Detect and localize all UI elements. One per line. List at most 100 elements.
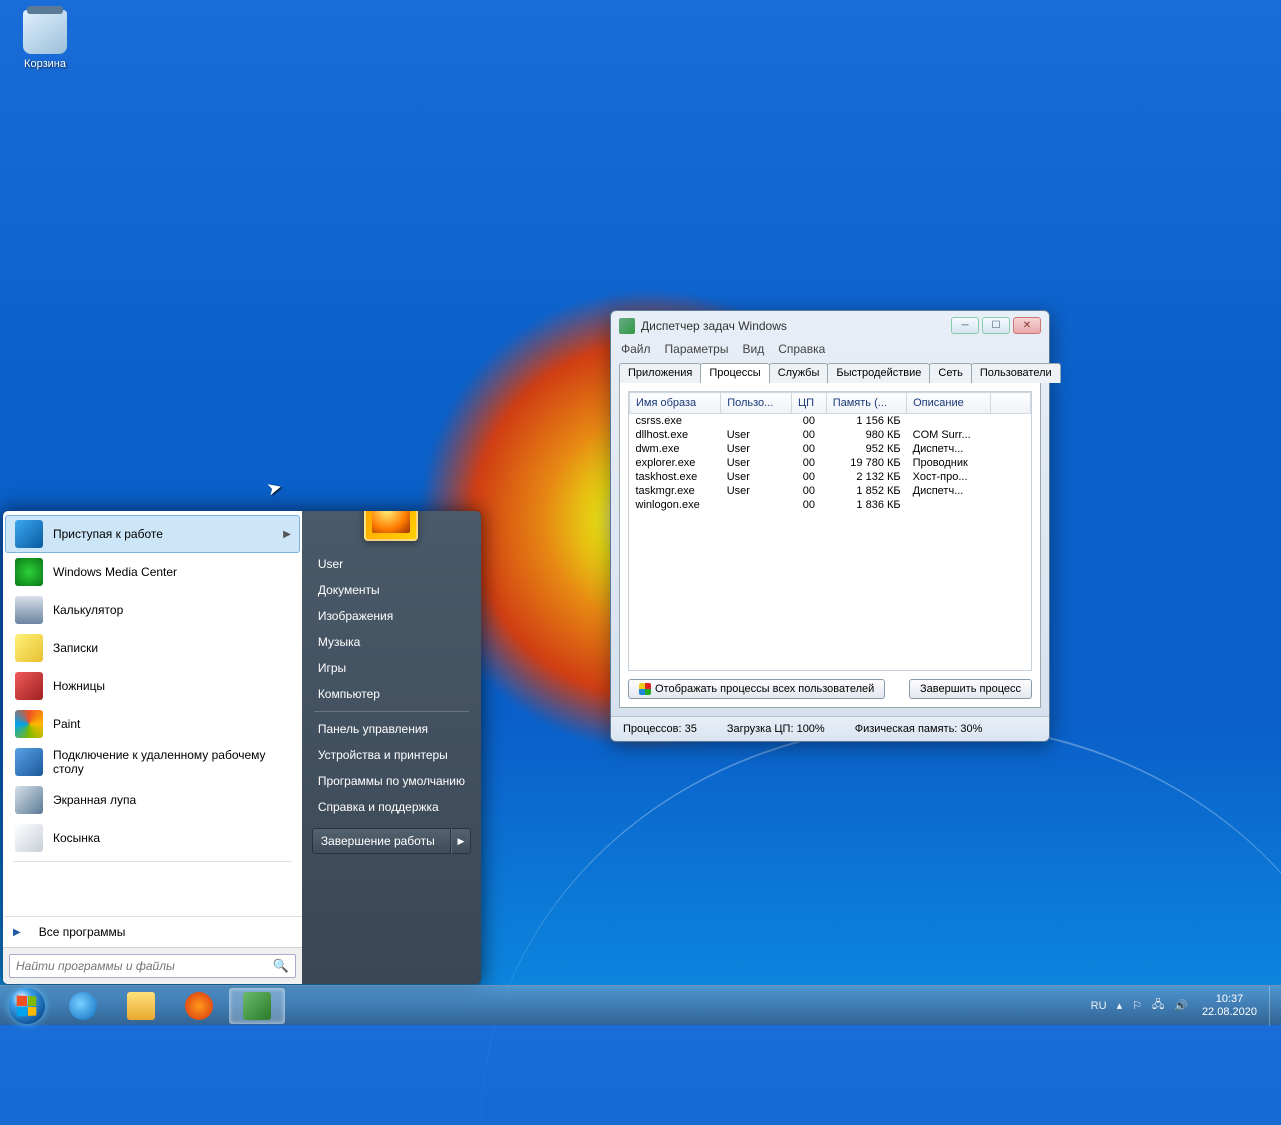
- column-header[interactable]: Описание: [907, 393, 991, 414]
- table-row[interactable]: winlogon.exe001 836 КБ: [630, 498, 1031, 512]
- titlebar[interactable]: Диспетчер задач Windows ─ ☐ ✕: [611, 311, 1049, 340]
- cell-user: User: [721, 442, 792, 456]
- program-icon: [15, 672, 43, 700]
- cell-cpu: 00: [791, 470, 826, 484]
- all-programs-button[interactable]: Все программы: [3, 916, 302, 947]
- tab[interactable]: Приложения: [619, 363, 701, 383]
- start-menu-link[interactable]: Панель управления: [302, 716, 481, 742]
- menu-item[interactable]: Справка: [778, 342, 825, 356]
- recycle-bin-icon[interactable]: Корзина: [10, 10, 80, 70]
- program-item[interactable]: Paint: [5, 705, 300, 743]
- program-label: Подключение к удаленному рабочему столу: [53, 748, 290, 776]
- start-menu-link[interactable]: Документы: [302, 577, 481, 603]
- table-row[interactable]: taskmgr.exeUser001 852 КБДиспетч...: [630, 484, 1031, 498]
- tab[interactable]: Службы: [769, 363, 829, 383]
- recycle-bin-label: Корзина: [24, 58, 66, 70]
- menu-item[interactable]: Вид: [742, 342, 764, 356]
- column-header[interactable]: Пользо...: [721, 393, 792, 414]
- cell-name: csrss.exe: [630, 414, 721, 429]
- program-label: Экранная лупа: [53, 793, 136, 807]
- column-header[interactable]: Память (...: [826, 393, 906, 414]
- show-all-processes-button[interactable]: Отображать процессы всех пользователей: [628, 679, 885, 699]
- taskbar-pin-explorer[interactable]: [113, 988, 169, 1024]
- start-menu-link[interactable]: Компьютер: [302, 681, 481, 707]
- tab[interactable]: Пользователи: [971, 363, 1061, 383]
- program-item[interactable]: Ножницы: [5, 667, 300, 705]
- start-menu-link[interactable]: Устройства и принтеры: [302, 742, 481, 768]
- program-item[interactable]: Калькулятор: [5, 591, 300, 629]
- submenu-arrow-icon: ▶: [283, 529, 291, 540]
- program-item[interactable]: Записки: [5, 629, 300, 667]
- tab[interactable]: Процессы: [700, 363, 769, 383]
- taskbar-item-taskmgr[interactable]: [229, 988, 285, 1024]
- process-table-wrap[interactable]: Имя образаПользо...ЦППамять (...Описание…: [628, 391, 1032, 671]
- network-icon[interactable]: 🖧: [1152, 996, 1164, 1015]
- cell-desc: Хост-про...: [907, 470, 991, 484]
- show-desktop-button[interactable]: [1269, 986, 1281, 1026]
- program-item[interactable]: Windows Media Center: [5, 553, 300, 591]
- column-header[interactable]: Имя образа: [630, 393, 721, 414]
- column-header[interactable]: ЦП: [791, 393, 826, 414]
- cell-cpu: 00: [791, 498, 826, 512]
- ie-icon: [69, 992, 97, 1020]
- status-cpu: Загрузка ЦП: 100%: [727, 723, 825, 735]
- program-item[interactable]: Приступая к работе▶: [5, 515, 300, 553]
- program-icon: [15, 558, 43, 586]
- task-manager-window: Диспетчер задач Windows ─ ☐ ✕ Файл Параме…: [610, 310, 1050, 742]
- program-icon: [15, 824, 43, 852]
- shutdown-options-button[interactable]: ▶: [451, 828, 471, 854]
- program-item[interactable]: Подключение к удаленному рабочему столу: [5, 743, 300, 781]
- taskbar-pin-ie[interactable]: [55, 988, 111, 1024]
- search-box[interactable]: 🔍: [9, 954, 296, 978]
- show-all-label: Отображать процессы всех пользователей: [655, 683, 874, 695]
- cell-mem: 980 КБ: [826, 428, 906, 442]
- maximize-button[interactable]: ☐: [982, 317, 1010, 334]
- menu-item[interactable]: Параметры: [665, 342, 729, 356]
- tab[interactable]: Быстродействие: [827, 363, 930, 383]
- process-table: Имя образаПользо...ЦППамять (...Описание…: [629, 392, 1031, 512]
- start-menu-link[interactable]: User: [302, 551, 481, 577]
- program-label: Калькулятор: [53, 603, 123, 617]
- start-menu-link[interactable]: Игры: [302, 655, 481, 681]
- program-icon: [15, 520, 43, 548]
- shutdown-group: Завершение работы ▶: [312, 828, 471, 854]
- program-icon: [15, 634, 43, 662]
- close-button[interactable]: ✕: [1013, 317, 1041, 334]
- table-row[interactable]: explorer.exeUser0019 780 КБПроводник: [630, 456, 1031, 470]
- menu-item[interactable]: Файл: [621, 342, 651, 356]
- start-menu-right-pane: UserДокументыИзображенияМузыкаИгрыКомпью…: [302, 511, 481, 984]
- media-player-icon: [185, 992, 213, 1020]
- cell-cpu: 00: [791, 414, 826, 429]
- show-hidden-icons-button[interactable]: ▴: [1117, 999, 1123, 1012]
- action-center-icon[interactable]: ⚐: [1132, 999, 1142, 1012]
- start-menu-link[interactable]: Изображения: [302, 603, 481, 629]
- start-menu-link[interactable]: Справка и поддержка: [302, 794, 481, 820]
- start-menu-link[interactable]: Музыка: [302, 629, 481, 655]
- program-label: Windows Media Center: [53, 565, 177, 579]
- volume-icon[interactable]: 🔊: [1174, 999, 1188, 1012]
- start-button[interactable]: [0, 986, 54, 1026]
- program-item[interactable]: Косынка: [5, 819, 300, 857]
- minimize-button[interactable]: ─: [951, 317, 979, 334]
- search-input[interactable]: [16, 959, 273, 973]
- divider: [13, 861, 292, 862]
- table-row[interactable]: taskhost.exeUser002 132 КБХост-про...: [630, 470, 1031, 484]
- cell-name: dwm.exe: [630, 442, 721, 456]
- lang-indicator[interactable]: RU: [1091, 1000, 1107, 1012]
- tab[interactable]: Сеть: [929, 363, 971, 383]
- program-item[interactable]: Экранная лупа: [5, 781, 300, 819]
- cell-desc: Проводник: [907, 456, 991, 470]
- end-process-button[interactable]: Завершить процесс: [909, 679, 1032, 699]
- start-menu-link[interactable]: Программы по умолчанию: [302, 768, 481, 794]
- table-row[interactable]: dllhost.exeUser00980 КБCOM Surr...: [630, 428, 1031, 442]
- cell-name: explorer.exe: [630, 456, 721, 470]
- clock[interactable]: 10:37 22.08.2020: [1198, 993, 1261, 1019]
- clock-date: 22.08.2020: [1202, 1006, 1257, 1019]
- cell-mem: 2 132 КБ: [826, 470, 906, 484]
- cell-user: User: [721, 428, 792, 442]
- user-avatar-icon[interactable]: [364, 510, 418, 541]
- taskbar-pin-media[interactable]: [171, 988, 227, 1024]
- shutdown-button[interactable]: Завершение работы: [312, 828, 451, 854]
- table-row[interactable]: csrss.exe001 156 КБ: [630, 414, 1031, 429]
- table-row[interactable]: dwm.exeUser00952 КБДиспетч...: [630, 442, 1031, 456]
